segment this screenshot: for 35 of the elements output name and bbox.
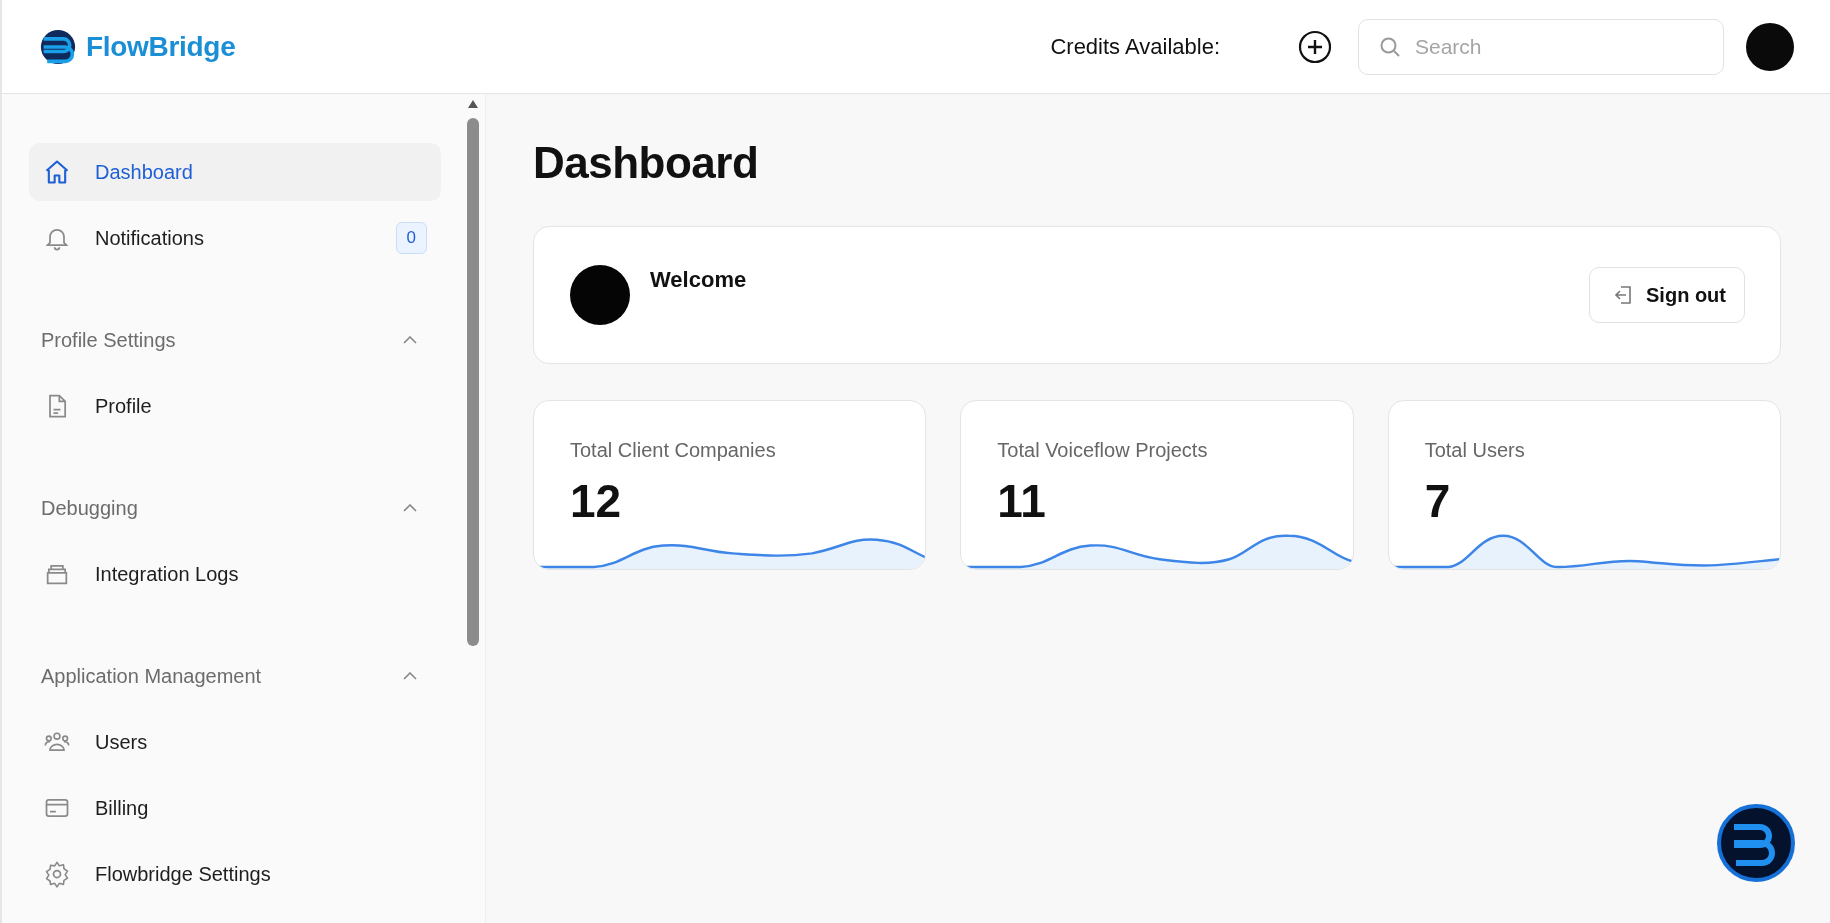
- page-title: Dashboard: [533, 138, 760, 188]
- home-icon: [43, 158, 71, 186]
- stat-label: Total Client Companies: [570, 439, 777, 462]
- credits-label: Credits Available:: [1050, 33, 1220, 60]
- menu-item[interactable]: Notifications 0: [29, 209, 441, 267]
- scroll-up-icon[interactable]: [467, 100, 479, 108]
- user-avatar[interactable]: [1746, 22, 1794, 71]
- logo-button-icon[interactable]: [1716, 803, 1796, 883]
- menu-item[interactable]: Dashboard: [29, 143, 441, 201]
- search-field[interactable]: Search: [1358, 18, 1724, 75]
- settings-icon: [43, 860, 71, 888]
- chevron-icon: [403, 672, 417, 680]
- stat-value: 11: [997, 474, 1047, 528]
- logo-icon[interactable]: [40, 28, 76, 65]
- sign-out-button[interactable]: Sign out: [1589, 267, 1745, 323]
- chevron-icon: [403, 336, 417, 344]
- stat-label: Total Voiceflow Projects: [997, 439, 1209, 462]
- scrollbar-thumb[interactable]: [467, 118, 479, 646]
- menu-item[interactable]: Billing: [29, 779, 441, 837]
- menu-item[interactable]: Integration Logs: [29, 545, 441, 603]
- menu-item[interactable]: Users: [29, 713, 441, 771]
- menu-item[interactable]: Flowbridge Settings: [29, 845, 441, 903]
- menu-item[interactable]: Profile: [29, 377, 441, 435]
- brand-name[interactable]: FlowBridge: [86, 30, 236, 63]
- add-icon[interactable]: [1298, 29, 1332, 64]
- notification-count: 0: [395, 222, 427, 254]
- section-header[interactable]: Profile Settings: [29, 311, 441, 369]
- stat-value: 12: [570, 474, 623, 528]
- section-header[interactable]: Application Management: [29, 647, 441, 705]
- chevron-icon: [403, 504, 417, 512]
- welcome-text: Welcome: [650, 267, 747, 293]
- section-header[interactable]: Debugging: [29, 479, 441, 537]
- user-avatar: [570, 265, 630, 325]
- stat-label: Total Users: [1424, 439, 1526, 462]
- stat-value: 7: [1424, 474, 1452, 528]
